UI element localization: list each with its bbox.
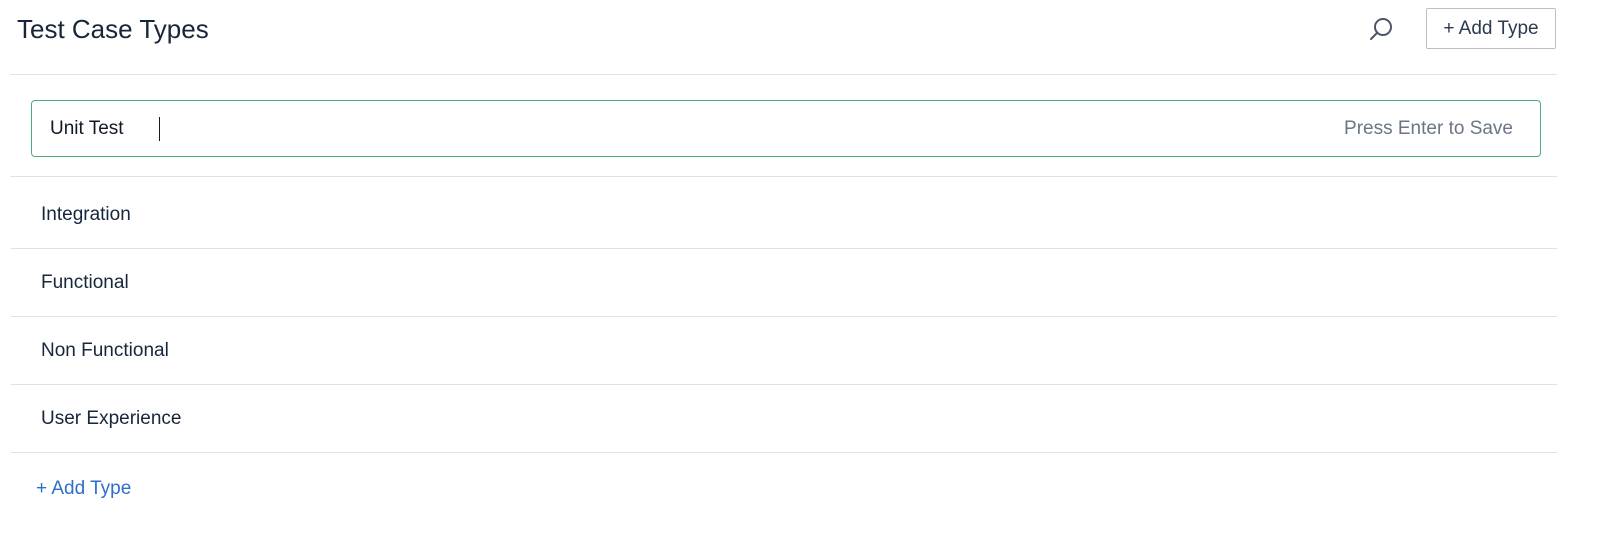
header-divider: [10, 74, 1557, 75]
type-item-label: User Experience: [41, 408, 182, 429]
add-type-link[interactable]: + Add Type: [36, 475, 131, 503]
save-hint: Press Enter to Save: [1344, 118, 1513, 139]
search-button[interactable]: [1365, 14, 1397, 46]
text-caret: [159, 117, 160, 141]
page-header: Test Case Types + Add Type: [0, 0, 1560, 76]
type-item-label: Functional: [41, 272, 129, 293]
page-title: Test Case Types: [17, 14, 209, 44]
test-case-types-page: Test Case Types + Add Type Press Enter t…: [0, 0, 1600, 537]
search-icon: [1370, 18, 1392, 40]
type-list: Integration Functional Non Functional Us…: [11, 181, 1557, 453]
type-item-label: Non Functional: [41, 340, 169, 361]
type-item-functional[interactable]: Functional: [11, 249, 1557, 317]
add-type-button[interactable]: + Add Type: [1426, 8, 1556, 49]
editor-divider: [10, 176, 1557, 177]
new-type-editor: Press Enter to Save: [31, 100, 1541, 157]
type-name-input[interactable]: [50, 101, 1250, 156]
type-item-user-experience[interactable]: User Experience: [11, 385, 1557, 453]
type-item-label: Integration: [41, 204, 131, 225]
type-item-non-functional[interactable]: Non Functional: [11, 317, 1557, 385]
type-item-integration[interactable]: Integration: [11, 181, 1557, 249]
